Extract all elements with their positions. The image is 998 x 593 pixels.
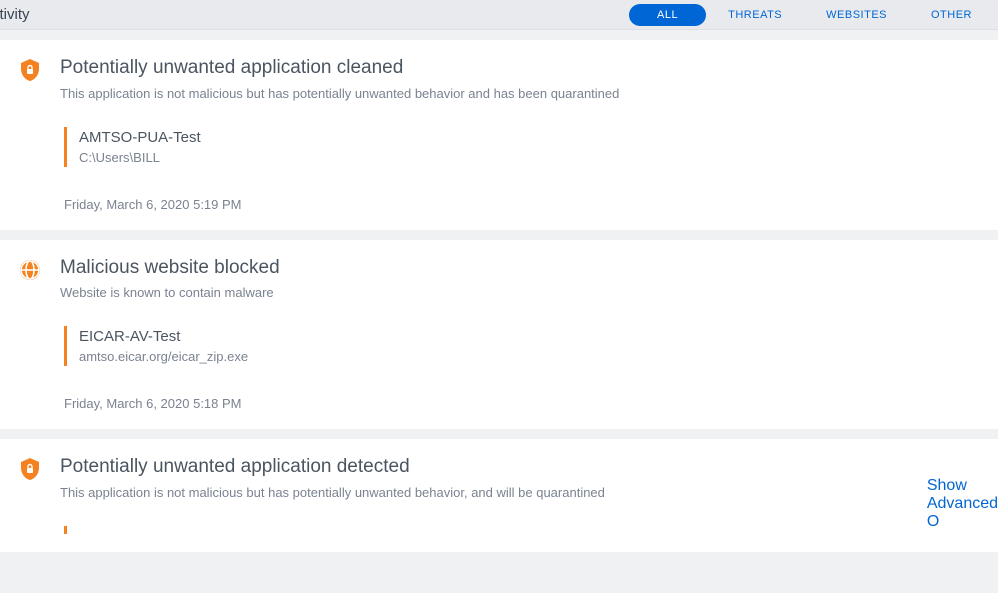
- activity-list: Potentially unwanted application cleaned…: [0, 30, 998, 552]
- activity-text: Potentially unwanted application detecte…: [50, 455, 998, 500]
- detail-name: AMTSO-PUA-Test: [79, 129, 998, 146]
- activity-title: Malicious website blocked: [60, 256, 998, 281]
- detail-name: EICAR-AV-Test: [79, 328, 998, 345]
- activity-text: Potentially unwanted application cleaned…: [50, 56, 998, 101]
- filter-tabs: ALL THREATS WEBSITES OTHER: [629, 4, 998, 26]
- activity-timestamp: Friday, March 6, 2020 5:19 PM: [64, 197, 998, 212]
- shield-lock-icon: [10, 56, 50, 82]
- activity-item: Potentially unwanted application detecte…: [0, 439, 998, 552]
- detail-path: amtso.eicar.org/eicar_zip.exe: [79, 349, 998, 364]
- activity-subtitle: This application is not malicious but ha…: [60, 86, 998, 101]
- show-advanced-link[interactable]: Show Advanced O: [927, 477, 998, 531]
- tab-all[interactable]: ALL: [629, 4, 706, 26]
- activity-header: Potentially unwanted application detecte…: [0, 455, 998, 500]
- detail-block: [64, 526, 998, 534]
- activity-timestamp: Friday, March 6, 2020 5:18 PM: [64, 396, 998, 411]
- activity-body: AMTSO-PUA-Test C:\Users\BILL: [64, 127, 998, 167]
- tab-threats[interactable]: THREATS: [706, 4, 804, 26]
- activity-header: Potentially unwanted application cleaned…: [0, 56, 998, 101]
- activity-subtitle: This application is not malicious but ha…: [60, 485, 998, 500]
- tab-other[interactable]: OTHER: [909, 4, 994, 26]
- tab-websites[interactable]: WEBSITES: [804, 4, 909, 26]
- detail-block: EICAR-AV-Test amtso.eicar.org/eicar_zip.…: [64, 326, 998, 366]
- activity-subtitle: Website is known to contain malware: [60, 285, 998, 300]
- globe-icon: [10, 256, 50, 282]
- detail-path: C:\Users\BILL: [79, 150, 998, 165]
- activity-item: Potentially unwanted application cleaned…: [0, 40, 998, 230]
- activity-item: Malicious website blocked Website is kno…: [0, 240, 998, 430]
- activity-title: Potentially unwanted application detecte…: [60, 455, 998, 480]
- shield-lock-icon: [10, 455, 50, 481]
- activity-header: Malicious website blocked Website is kno…: [0, 256, 998, 301]
- page-title: ctivity: [0, 6, 30, 23]
- header-bar: ctivity ALL THREATS WEBSITES OTHER: [0, 0, 998, 30]
- activity-text: Malicious website blocked Website is kno…: [50, 256, 998, 301]
- activity-title: Potentially unwanted application cleaned: [60, 56, 998, 81]
- activity-body: EICAR-AV-Test amtso.eicar.org/eicar_zip.…: [64, 326, 998, 366]
- detail-block: AMTSO-PUA-Test C:\Users\BILL: [64, 127, 998, 167]
